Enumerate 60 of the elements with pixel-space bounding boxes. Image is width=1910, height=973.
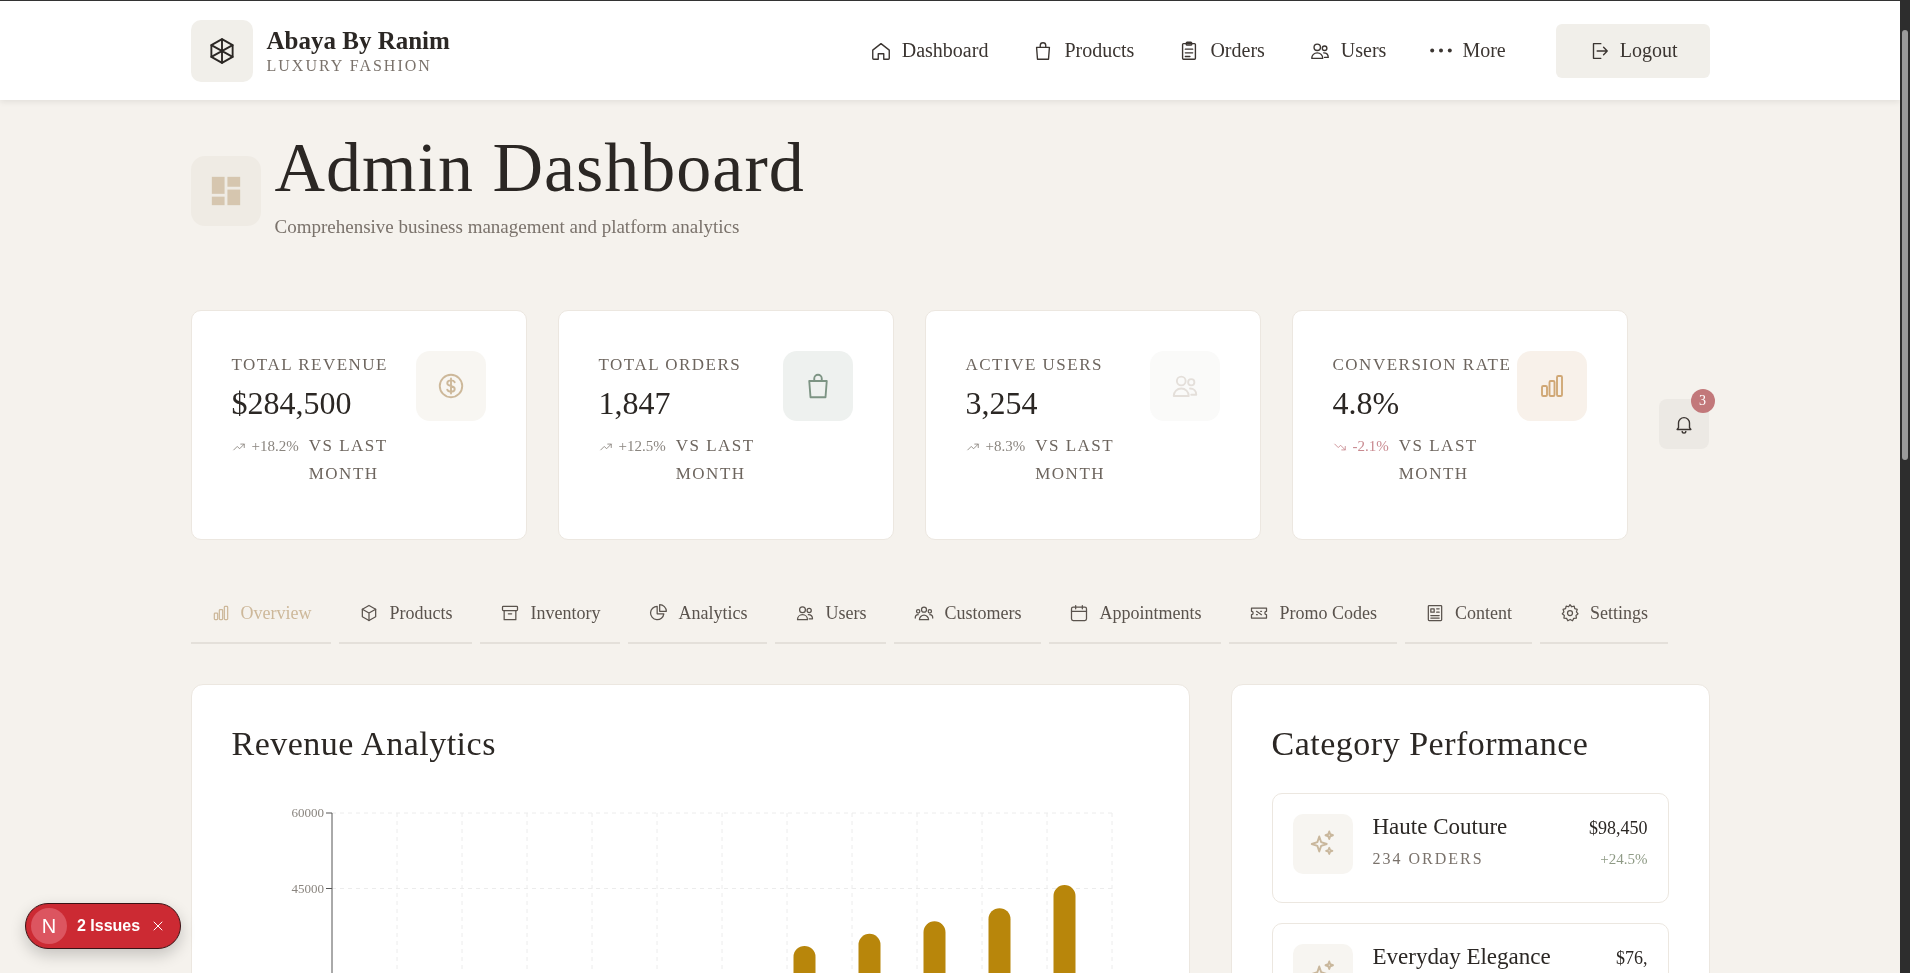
category-name: Everyday Elegance bbox=[1372, 944, 1551, 970]
pie-chart-icon bbox=[648, 603, 669, 623]
stat-label: TOTAL REVENUE bbox=[231, 355, 388, 375]
tab[interactable]: Inventory bbox=[480, 584, 621, 644]
brand-name: Abaya By Ranim bbox=[266, 26, 450, 55]
nav-link[interactable]: Users bbox=[1286, 31, 1409, 70]
page-title: Admin Dashboard bbox=[274, 128, 805, 208]
stat-value: 4.8% bbox=[1332, 385, 1401, 422]
nav-link[interactable]: More bbox=[1408, 31, 1528, 70]
tab[interactable]: Promo Codes bbox=[1229, 584, 1397, 644]
stat-value: 1,847 bbox=[598, 385, 672, 422]
stat-change: -2.1% bbox=[1352, 438, 1389, 455]
category-card[interactable]: Haute Couture $98,450 234 ORDERS +24.5% bbox=[1271, 793, 1669, 903]
tab[interactable]: Users bbox=[775, 584, 887, 644]
category-orders: 234 ORDERS bbox=[1372, 850, 1484, 868]
stat-change: +8.3% bbox=[985, 438, 1026, 455]
stat-note: VS LAST MONTH bbox=[308, 435, 389, 485]
stat-label: TOTAL ORDERS bbox=[598, 355, 742, 375]
y-tick-label: 60000 bbox=[291, 805, 324, 820]
nav-link[interactable]: Products bbox=[1010, 31, 1157, 70]
stat-change: +12.5% bbox=[618, 438, 666, 455]
tab[interactable]: Analytics bbox=[628, 584, 768, 644]
y-tick-label: 45000 bbox=[291, 880, 324, 896]
brand-tagline: LUXURY FASHION bbox=[266, 56, 433, 75]
newspaper-icon bbox=[1425, 603, 1445, 623]
tab[interactable]: Products bbox=[339, 584, 473, 644]
category-change: +24.5% bbox=[1600, 851, 1648, 868]
category-card[interactable]: Everyday Elegance $76, bbox=[1271, 923, 1669, 973]
category-name: Haute Couture bbox=[1372, 814, 1508, 840]
stat-note: VS LAST MONTH bbox=[675, 435, 756, 485]
users-icon bbox=[795, 603, 816, 623]
notification-count-badge: 3 bbox=[1690, 389, 1715, 413]
stat-value: $284,500 bbox=[231, 385, 353, 422]
tab[interactable]: Content bbox=[1405, 584, 1532, 644]
more-dots-icon bbox=[1430, 48, 1453, 53]
tab[interactable]: Settings bbox=[1540, 584, 1668, 644]
nav-link[interactable]: Orders bbox=[1156, 31, 1287, 70]
issues-button[interactable]: N 2 Issues bbox=[25, 903, 182, 949]
panel-title: Category Performance bbox=[1271, 725, 1590, 763]
page-subtitle: Comprehensive business management and platform analytics bbox=[274, 216, 741, 238]
scrollbar-thumb[interactable] bbox=[1902, 30, 1908, 460]
chart-title: Revenue Analytics bbox=[231, 725, 497, 763]
stat-label: CONVERSION RATE bbox=[1332, 355, 1512, 375]
tab[interactable]: Customers bbox=[894, 584, 1042, 644]
framework-logo-badge: N bbox=[31, 908, 67, 944]
stat-note: VS LAST MONTH bbox=[1398, 435, 1479, 485]
stat-value: 3,254 bbox=[965, 385, 1039, 422]
scrollbar[interactable] bbox=[1900, 0, 1910, 973]
logo-badge[interactable] bbox=[190, 19, 253, 82]
archive-box-icon bbox=[500, 603, 521, 623]
stat-label: ACTIVE USERS bbox=[965, 355, 1103, 375]
tab[interactable]: Appointments bbox=[1049, 584, 1222, 644]
stat-note: VS LAST MONTH bbox=[1035, 435, 1115, 485]
settings-icon bbox=[1560, 603, 1580, 623]
nav-link[interactable]: Dashboard bbox=[847, 31, 1011, 70]
category-revenue: $98,450 bbox=[1589, 818, 1648, 839]
stat-change: +18.2% bbox=[251, 438, 299, 455]
logout-button[interactable]: Logout bbox=[1555, 23, 1710, 78]
calendar-icon bbox=[1069, 603, 1090, 623]
category-revenue: $76, bbox=[1616, 948, 1648, 969]
